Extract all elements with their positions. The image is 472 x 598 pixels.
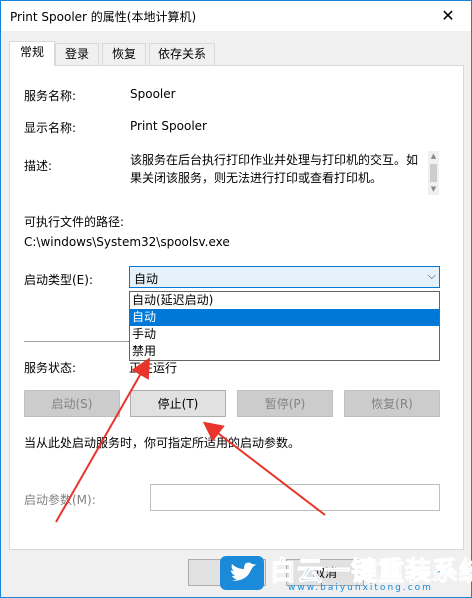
pause-button[interactable]: 暂停(P) xyxy=(237,390,333,417)
watermark-url: www.baiyunxitong.com xyxy=(288,583,433,593)
description-scrollbar[interactable]: ▲ ▼ xyxy=(428,151,439,195)
option-auto[interactable]: 自动 xyxy=(130,309,439,326)
scroll-up-icon[interactable]: ▲ xyxy=(428,151,439,162)
display-name-value: Print Spooler xyxy=(130,119,207,133)
description-label: 描述: xyxy=(24,159,53,173)
service-name-value: Spooler xyxy=(130,87,176,101)
option-auto-delayed[interactable]: 自动(延迟启动) xyxy=(130,292,439,309)
startup-type-select[interactable]: 自动 ⌵ xyxy=(129,266,440,288)
service-name-label: 服务名称: xyxy=(24,89,77,103)
watermark-logo xyxy=(220,556,264,590)
divider xyxy=(24,341,130,342)
option-disabled[interactable]: 禁用 xyxy=(130,343,439,360)
tab-dependencies[interactable]: 依存关系 xyxy=(149,43,215,65)
start-button[interactable]: 启动(S) xyxy=(24,390,120,417)
description-box[interactable]: 该服务在后台执行打印作业并处理与打印机的交互。如果关闭该服务，则无法进行打印或查… xyxy=(130,151,439,195)
scroll-down-icon[interactable]: ▼ xyxy=(428,184,439,195)
start-params-hint: 当从此处启动服务时，你可指定所适用的启动参数。 xyxy=(24,436,301,450)
bird-icon xyxy=(230,562,256,581)
tab-general[interactable]: 常规 xyxy=(9,41,55,66)
service-status-value: 正在运行 xyxy=(129,361,178,375)
scroll-thumb[interactable] xyxy=(430,164,437,182)
startup-type-label: 启动类型(E): xyxy=(24,273,93,287)
title-bar: Print Spooler 的属性(本地计算机) ✕ xyxy=(1,1,471,31)
resume-button[interactable]: 恢复(R) xyxy=(344,390,440,417)
start-params-label: 启动参数(M): xyxy=(24,493,96,507)
startup-type-dropdown: 自动(延迟启动) 自动 手动 禁用 xyxy=(129,291,440,361)
tab-recovery[interactable]: 恢复 xyxy=(102,43,146,65)
startup-type-current: 自动 xyxy=(134,272,159,286)
watermark: 白云一键重装系统 www.baiyunxitong.com xyxy=(214,548,472,598)
exe-path-value: C:\windows\System32\spoolsv.exe xyxy=(24,235,230,249)
close-button[interactable]: ✕ xyxy=(425,1,471,31)
start-params-input[interactable] xyxy=(150,484,440,511)
exe-path-label: 可执行文件的路径: xyxy=(24,215,125,229)
option-manual[interactable]: 手动 xyxy=(130,326,439,343)
service-status-label: 服务状态: xyxy=(24,361,77,375)
chevron-down-icon[interactable]: ⌵ xyxy=(428,269,436,283)
tab-logon[interactable]: 登录 xyxy=(55,43,99,65)
display-name-label: 显示名称: xyxy=(24,121,77,135)
description-text: 该服务在后台执行打印作业并处理与打印机的交互。如果关闭该服务，则无法进行打印或查… xyxy=(130,153,419,185)
window-title: Print Spooler 的属性(本地计算机) xyxy=(10,10,197,24)
stop-button[interactable]: 停止(T) xyxy=(130,390,226,417)
